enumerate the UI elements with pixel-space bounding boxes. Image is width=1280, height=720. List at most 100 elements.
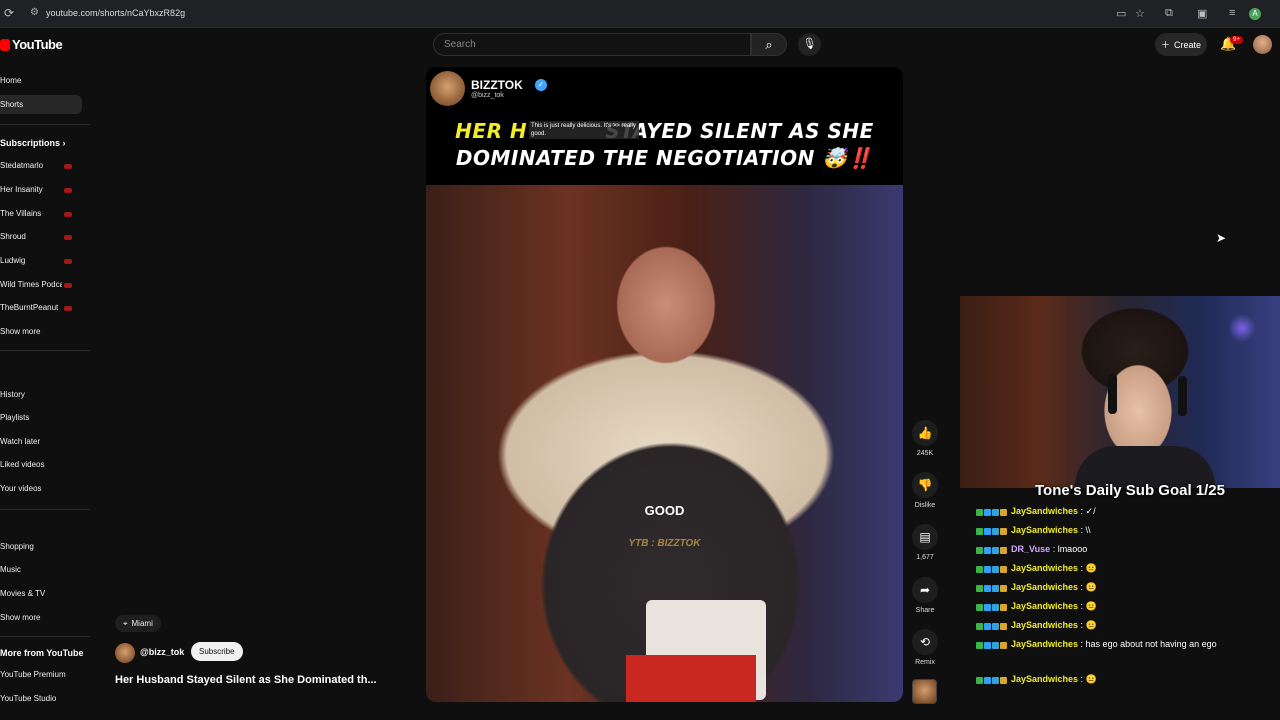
badge-icon <box>992 584 999 592</box>
food-box-red <box>626 655 756 702</box>
video-title[interactable]: Her Husband Stayed Silent as She Dominat… <box>115 674 377 686</box>
remix-icon: ⟲ <box>912 629 938 655</box>
comments-button[interactable]: ▤ 1,677 <box>912 524 938 561</box>
video-title-banner: BIZZTOK ✓ @bizz_tok HER H STAYED SILENT A… <box>426 67 903 185</box>
sticker-overlay-text: This is just really delicious. It's >> r… <box>529 121 639 139</box>
comment-count: 1,677 <box>916 554 934 561</box>
location-pin-icon: ⌖ <box>123 618 128 628</box>
live-indicator <box>64 164 72 169</box>
share-button[interactable]: ➦ Share <box>912 577 938 614</box>
badge-icon <box>992 641 999 649</box>
badge-icon <box>976 622 983 630</box>
chat-message-text: : ✓/ <box>1078 506 1096 516</box>
remix-label: Remix <box>915 659 935 666</box>
badge-icon <box>1000 546 1007 554</box>
search-input[interactable]: Search <box>433 33 751 56</box>
browser-profile-avatar[interactable]: A <box>1249 8 1261 20</box>
like-count: 245K <box>916 450 934 457</box>
sidebar-item-playlists[interactable]: Playlists <box>0 413 82 422</box>
chat-message: JaySandwiches : 😐 <box>976 560 1231 577</box>
sidebar-item-subscription[interactable]: Wild Times Podcast <box>0 280 62 289</box>
video-channel-handle: @bizz_tok <box>471 92 504 99</box>
shorts-video-player[interactable]: BIZZTOK ✓ @bizz_tok HER H STAYED SILENT A… <box>426 67 903 702</box>
dislike-button[interactable]: 👎 Dislike <box>912 472 938 509</box>
badge-icon <box>976 546 983 554</box>
location-chip[interactable]: ⌖ Miami <box>115 615 161 632</box>
sidebar-item-history[interactable]: History <box>0 390 82 399</box>
badge-icon <box>992 546 999 554</box>
badge-icon <box>984 565 991 573</box>
badge-icon <box>992 676 999 684</box>
like-button[interactable]: 👍 245K <box>912 420 938 457</box>
sidebar-item-youtube-studio[interactable]: YouTube Studio <box>0 694 82 703</box>
downloads-icon[interactable]: ≡ <box>1229 7 1235 19</box>
video-channel-name: BIZZTOK <box>471 78 523 92</box>
sidebar-item-youtube-premium[interactable]: YouTube Premium <box>0 670 82 679</box>
search-icon: ⌕ <box>765 37 773 52</box>
chat-badges-icon <box>976 504 1008 520</box>
chat-username: JaySandwiches <box>1011 601 1079 611</box>
badge-icon <box>1000 584 1007 592</box>
chat-message: JaySandwiches : has ego about not having… <box>976 636 1231 653</box>
badge-icon <box>976 527 983 535</box>
badge-icon <box>1000 641 1007 649</box>
video-subtitle-caption: GOOD <box>644 503 685 518</box>
badge-icon <box>984 603 991 611</box>
badge-icon <box>992 527 999 535</box>
sidebar-item-liked-videos[interactable]: Liked videos <box>0 460 82 469</box>
youtube-play-icon <box>0 38 10 51</box>
subscriptions-heading[interactable]: Subscriptions › <box>0 138 66 148</box>
chat-username: JaySandwiches <box>1011 620 1079 630</box>
voice-search-button[interactable]: 🎙 <box>798 33 821 56</box>
sidebar-show-more[interactable]: Show more <box>0 327 82 336</box>
live-indicator <box>64 235 72 240</box>
sidebar-item-movies-tv[interactable]: Movies & TV <box>0 589 82 598</box>
channel-avatar[interactable] <box>115 643 135 663</box>
sidebar-item-shopping[interactable]: Shopping <box>0 542 82 551</box>
badge-icon <box>984 584 991 592</box>
channel-handle[interactable]: @bizz_tok <box>140 647 184 657</box>
chat-message-text: : 😐 <box>1078 620 1097 630</box>
chat-badges-icon <box>976 580 1008 596</box>
chat-message: JaySandwiches : 😐 <box>976 617 1231 634</box>
badge-icon <box>984 527 991 535</box>
thumbs-down-icon: 👎 <box>912 472 938 498</box>
sidebar-item-your-videos[interactable]: Your videos <box>0 484 82 493</box>
sidebar: Home Shorts Subscriptions › Stedatmarlo … <box>0 60 90 720</box>
chat-message-text: : 😐 <box>1078 601 1097 611</box>
cast-icon[interactable]: ▭ <box>1116 7 1126 20</box>
sidebar-item-watch-later[interactable]: Watch later <box>0 437 82 446</box>
chat-message: JaySandwiches : 😐 <box>976 671 1231 688</box>
chat-badges-icon <box>976 672 1008 688</box>
account-avatar[interactable] <box>1253 35 1272 54</box>
badge-icon <box>984 641 991 649</box>
live-indicator <box>64 259 72 264</box>
subscribe-button[interactable]: Subscribe <box>191 642 243 661</box>
more-from-youtube-heading: More from YouTube <box>0 648 84 658</box>
sidebar-item-music[interactable]: Music <box>0 565 82 574</box>
sidebar-item-home[interactable]: Home <box>0 76 82 85</box>
badge-icon <box>992 508 999 516</box>
chat-message-text: : has ego about not having an ego <box>1078 639 1217 649</box>
chat-message: JaySandwiches : ✓/ <box>976 503 1231 520</box>
sound-thumbnail[interactable] <box>912 679 937 704</box>
sidebar-item-shorts[interactable]: Shorts <box>0 95 82 114</box>
badge-icon <box>1000 676 1007 684</box>
create-button[interactable]: ＋ Create <box>1155 33 1207 56</box>
reload-icon[interactable]: ⟳ <box>4 6 18 20</box>
live-indicator <box>64 306 72 311</box>
side-panel-icon[interactable]: ▣ <box>1197 7 1207 20</box>
sidebar-show-more[interactable]: Show more <box>0 613 82 622</box>
chat-badges-icon <box>976 618 1008 634</box>
address-bar[interactable]: youtube.com/shorts/nCaYbxzR82g <box>46 8 185 18</box>
search-button[interactable]: ⌕ <box>751 33 787 56</box>
bookmark-star-icon[interactable]: ☆ <box>1135 7 1145 20</box>
sidebar-divider <box>0 350 90 351</box>
chat-message-text: : \\ <box>1078 525 1091 535</box>
badge-icon <box>992 622 999 630</box>
site-info-icon[interactable]: ⚙ <box>30 7 39 18</box>
youtube-logo[interactable]: YouTube <box>0 37 63 52</box>
remix-button[interactable]: ⟲ Remix <box>912 629 938 666</box>
chat-badges-icon <box>976 542 1008 558</box>
extensions-icon[interactable]: ⧉ <box>1165 7 1173 20</box>
